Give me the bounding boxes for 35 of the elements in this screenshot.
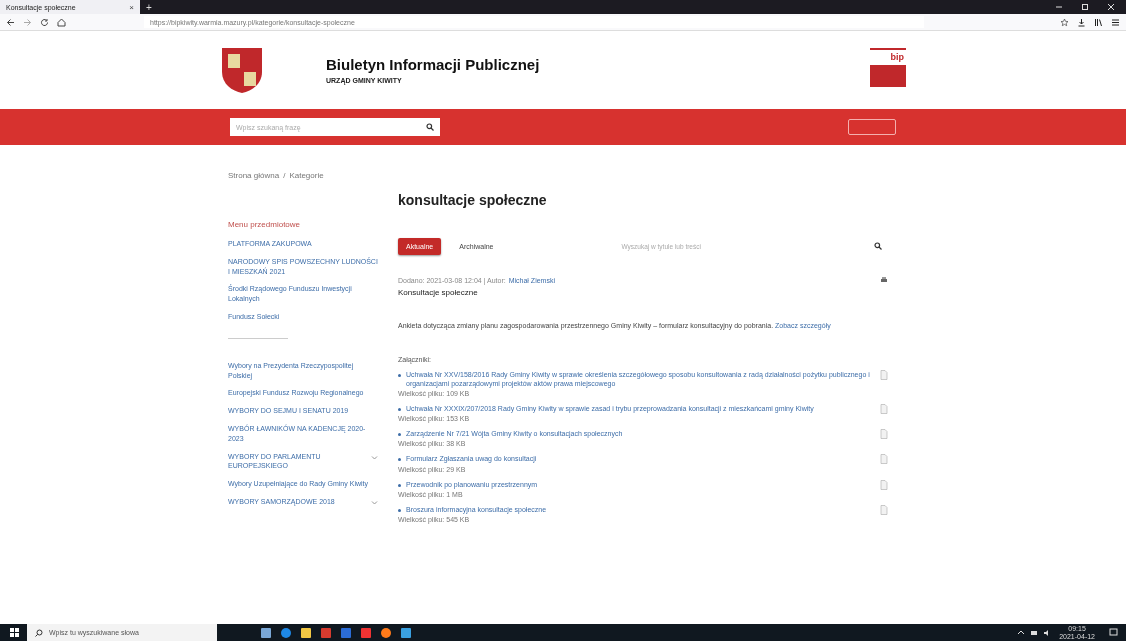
reload-icon[interactable] (40, 17, 49, 27)
print-icon[interactable] (880, 276, 888, 284)
download-icon[interactable] (1077, 17, 1086, 27)
app-icon[interactable] (321, 627, 331, 638)
bullet-icon (398, 483, 401, 487)
bullet-icon (398, 374, 401, 378)
home-icon[interactable] (57, 17, 66, 27)
maximize-icon[interactable] (1080, 3, 1090, 11)
library-icon[interactable] (1094, 17, 1103, 27)
notifications-icon[interactable] (1109, 628, 1118, 637)
site-title: Biuletyn Informacji Publicznej (326, 56, 541, 73)
breadcrumb-link[interactable]: Strona główna (228, 171, 280, 180)
app-icon[interactable] (401, 627, 411, 638)
bullet-icon (398, 508, 401, 512)
windows-start-icon[interactable] (10, 628, 19, 637)
chevron-up-icon[interactable] (1017, 628, 1026, 637)
bullet-icon (398, 408, 401, 412)
breadcrumb-link[interactable]: Kategorie (289, 171, 324, 180)
back-icon[interactable] (6, 17, 15, 27)
sidebar-heading: Menu przedmiotowe (228, 220, 302, 229)
minimize-icon[interactable] (1054, 3, 1064, 11)
search-icon[interactable] (874, 242, 882, 250)
app-icon[interactable] (361, 627, 371, 638)
article-title: Konsultacje społeczne (398, 288, 479, 297)
breadcrumb-separator: / (283, 171, 286, 180)
star-icon[interactable] (1060, 17, 1069, 27)
page-title: konsultacje społeczne (398, 192, 548, 208)
menu-icon[interactable] (1111, 17, 1120, 27)
new-tab-button[interactable]: + (146, 1, 152, 13)
bullet-icon (398, 458, 401, 462)
search-icon[interactable] (35, 628, 43, 637)
bullet-icon (398, 433, 401, 437)
close-icon[interactable] (1106, 3, 1116, 11)
coat-of-arms-icon (220, 46, 264, 94)
search-icon[interactable] (426, 123, 434, 131)
